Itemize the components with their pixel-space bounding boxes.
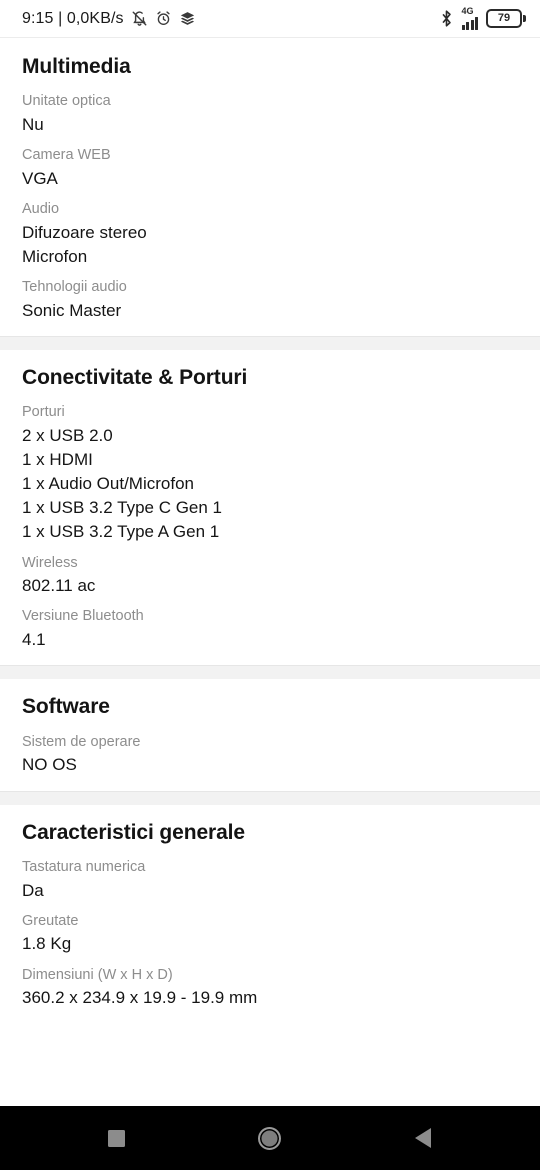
spec-list-scroll-area[interactable]: Multimedia Unitate optica Nu Camera WEB … (0, 38, 540, 1106)
spec-row: Porturi 2 x USB 2.0 1 x HDMI 1 x Audio O… (22, 397, 518, 547)
spec-value: 1.8 Kg (22, 934, 72, 954)
status-bar-left: 9:15 | 0,0KB/s (22, 10, 196, 28)
spec-label: Dimensiuni (W x H x D) (22, 966, 173, 983)
spec-label: Greutate (22, 912, 79, 929)
section-divider (0, 790, 540, 806)
spec-row: Camera WEB VGA (22, 140, 518, 194)
status-bar: 9:15 | 0,0KB/s 4G 79 (0, 0, 540, 38)
spec-label: Tastatura numerica (22, 858, 146, 875)
section-title: Caracteristici generale (22, 820, 245, 844)
home-button[interactable] (240, 1114, 300, 1162)
status-clock-and-network-speed: 9:15 | 0,0KB/s (22, 9, 124, 27)
spec-label: Tehnologii audio (22, 279, 127, 296)
spec-row: Tastatura numerica Da (22, 852, 518, 906)
circle-icon (258, 1126, 282, 1150)
bluetooth-icon (439, 9, 454, 28)
section-title: Conectivitate & Porturi (22, 365, 248, 389)
section-title: Software (22, 695, 110, 719)
spec-row: Sistem de operare NO OS (22, 727, 518, 781)
spec-value: Sonic Master (22, 300, 122, 320)
triangle-back-icon (415, 1128, 432, 1148)
spec-value: 4.1 (22, 630, 46, 650)
spec-row: Dimensiuni (W x H x D) 360.2 x 234.9 x 1… (22, 960, 518, 1014)
phone-screen: 9:15 | 0,0KB/s 4G 79 Multimedia Unitate … (0, 0, 540, 1170)
spec-value: 802.11 ac (22, 576, 96, 596)
status-bar-right: 4G 79 (439, 6, 526, 30)
battery-percent-label: 79 (497, 12, 511, 24)
spec-label: Unitate optica (22, 93, 111, 110)
section-title: Multimedia (22, 55, 131, 78)
section-divider (0, 335, 540, 351)
layers-icon (179, 10, 196, 27)
spec-label: Porturi (22, 404, 65, 421)
android-navigation-bar (0, 1106, 540, 1170)
spec-label: Audio (22, 201, 60, 218)
spec-value: Nu (22, 115, 44, 135)
section-divider (0, 665, 540, 681)
spec-row: Versiune Bluetooth 4.1 (22, 601, 518, 655)
alarm-clock-icon (155, 10, 172, 27)
cellular-signal-icon: 4G (461, 6, 478, 30)
spec-value: NO OS (22, 755, 77, 775)
spec-value: Da (22, 880, 44, 900)
network-type-label: 4G (461, 6, 474, 16)
spec-label: Camera WEB (22, 147, 111, 164)
recent-apps-button[interactable] (87, 1114, 147, 1162)
spec-label: Sistem de operare (22, 733, 141, 750)
square-icon (108, 1129, 126, 1147)
bell-muted-icon (131, 10, 148, 27)
spec-row: Unitate optica Nu (22, 86, 518, 140)
spec-value: 2 x USB 2.0 1 x HDMI 1 x Audio Out/Micro… (22, 425, 223, 542)
section-conectivitate-porturi: Conectivitate & Porturi Porturi 2 x USB … (0, 350, 540, 666)
section-caracteristici-generale: Caracteristici generale Tastatura numeri… (0, 805, 540, 1014)
signal-bars (461, 17, 478, 30)
spec-value: VGA (22, 168, 58, 188)
spec-label: Versiune Bluetooth (22, 608, 144, 625)
spec-row: Audio Difuzoare stereo Microfon (22, 194, 518, 272)
spec-label: Wireless (22, 554, 78, 571)
spec-value: 360.2 x 234.9 x 19.9 - 19.9 mm (22, 988, 258, 1008)
spec-row: Wireless 802.11 ac (22, 548, 518, 602)
back-button[interactable] (393, 1114, 453, 1162)
spec-row: Greutate 1.8 Kg (22, 906, 518, 960)
spec-value: Difuzoare stereo Microfon (22, 222, 147, 266)
battery-icon: 79 (486, 9, 526, 28)
section-software: Software Sistem de operare NO OS (0, 680, 540, 791)
spec-row: Tehnologii audio Sonic Master (22, 272, 518, 326)
section-multimedia: Multimedia Unitate optica Nu Camera WEB … (0, 38, 540, 336)
